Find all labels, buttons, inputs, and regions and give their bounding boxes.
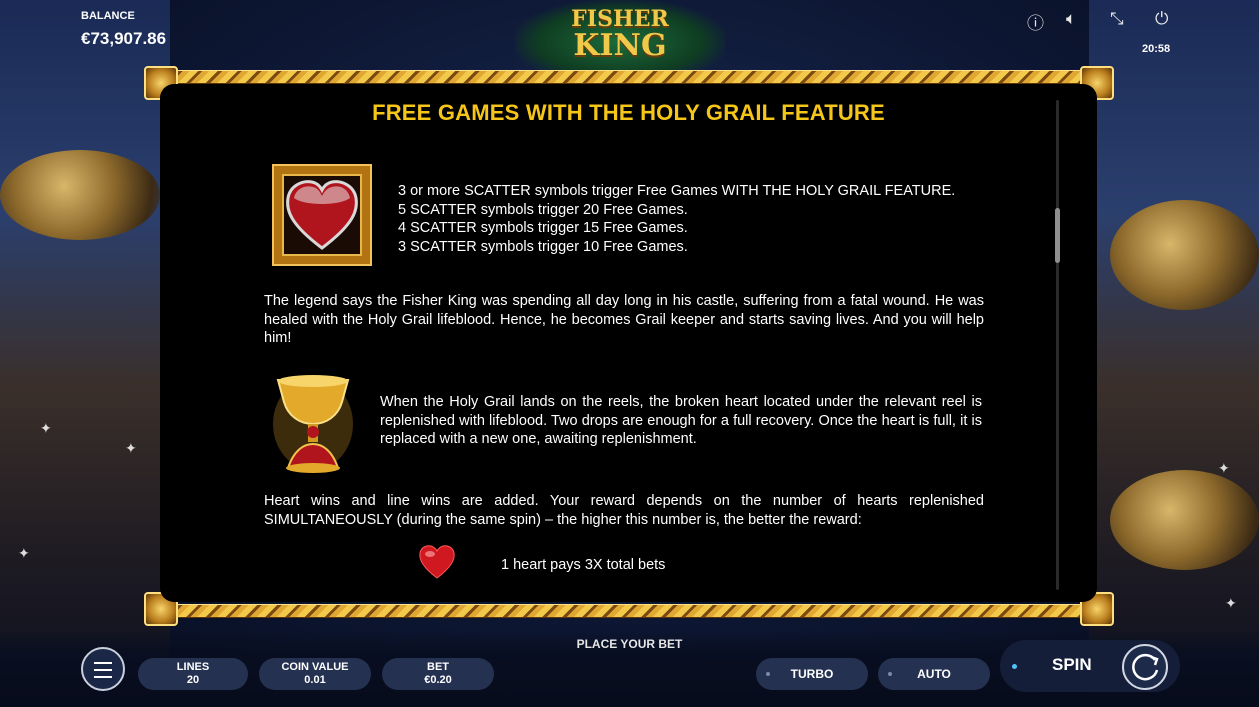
bet-label: BET xyxy=(427,661,449,673)
scatter-rules: 3 or more SCATTER symbols trigger Free G… xyxy=(398,182,998,256)
sound-off-icon[interactable]: 🔈︎ xyxy=(1066,9,1076,29)
gold-pile-bottom-right xyxy=(1110,470,1259,570)
sparkle-icon: ✦ xyxy=(125,440,137,456)
auto-label: AUTO xyxy=(917,667,951,681)
auto-button[interactable]: AUTO xyxy=(878,658,990,690)
scatter-line: 3 or more SCATTER symbols trigger Free G… xyxy=(398,183,956,199)
scrollbar-track[interactable] xyxy=(1056,100,1059,590)
frame-top-border xyxy=(150,70,1108,84)
spin-indicator xyxy=(1012,664,1017,669)
scrollbar-thumb[interactable] xyxy=(1055,208,1060,263)
wins-text: Heart wins and line wins are added. Your… xyxy=(264,493,984,528)
spin-label: SPIN xyxy=(1052,655,1092,674)
balance-label: BALANCE xyxy=(81,10,135,22)
scatter-line: 4 SCATTER symbols trigger 15 Free Games. xyxy=(398,220,688,236)
frame-bottom-border xyxy=(150,604,1108,618)
power-icon[interactable]: ⏻ xyxy=(1155,9,1168,29)
bet-selector[interactable]: BET €0.20 xyxy=(382,658,494,690)
grail-text: When the Holy Grail lands on the reels, … xyxy=(380,394,982,447)
balance-value: €73,907.86 xyxy=(81,29,167,48)
gold-pile-left xyxy=(0,150,160,240)
sparkle-icon: ✦ xyxy=(40,420,52,436)
game-logo: FISHER KING xyxy=(515,0,725,70)
scatter-line: 3 SCATTER symbols trigger 10 Free Games. xyxy=(398,238,688,255)
fullscreen-icon[interactable]: ⤡ xyxy=(1110,9,1124,29)
lines-value: 20 xyxy=(186,674,200,686)
coin-value: 0.01 xyxy=(304,674,326,686)
refresh-icon xyxy=(1132,653,1159,681)
logo-text-bottom: KING xyxy=(573,28,667,63)
scatter-line: 5 SCATTER symbols trigger 20 Free Games. xyxy=(398,201,688,218)
clock: 20:58 xyxy=(1142,43,1171,55)
spin-button[interactable] xyxy=(1122,644,1168,690)
legend-text: The legend says the Fisher King was spen… xyxy=(264,293,984,346)
sparkle-icon: ✦ xyxy=(1218,460,1230,476)
panel-title: FREE GAMES WITH THE HOLY GRAIL FEATURE xyxy=(372,100,885,125)
turbo-button[interactable]: TURBO xyxy=(756,658,868,690)
gold-pile-right xyxy=(1110,200,1259,310)
sparkle-icon: ✦ xyxy=(1225,595,1237,611)
coin-value-selector[interactable]: COIN VALUE 0.01 xyxy=(259,658,371,690)
info-icon[interactable]: ⓘ xyxy=(1027,9,1044,34)
heart-icon xyxy=(419,545,455,579)
holy-grail-icon xyxy=(273,375,353,473)
lines-label: LINES xyxy=(176,661,210,673)
lines-selector[interactable]: LINES 20 xyxy=(138,658,248,690)
paytable-panel: FREE GAMES WITH THE HOLY GRAIL FEATURE 3… xyxy=(160,84,1097,602)
bet-value: €0.20 xyxy=(424,674,452,686)
menu-button[interactable] xyxy=(81,647,125,691)
sparkle-icon: ✦ xyxy=(18,545,30,561)
turbo-indicator xyxy=(766,672,770,676)
heart-pay-text: 1 heart pays 3X total bets xyxy=(501,557,666,573)
spin-control[interactable]: SPIN xyxy=(1000,640,1180,692)
scatter-heart-symbol xyxy=(272,164,372,266)
auto-indicator xyxy=(888,672,892,676)
coin-value-label: COIN VALUE xyxy=(281,661,349,673)
menu-icon xyxy=(94,662,112,664)
turbo-label: TURBO xyxy=(790,667,834,681)
heart-icon xyxy=(286,180,358,250)
